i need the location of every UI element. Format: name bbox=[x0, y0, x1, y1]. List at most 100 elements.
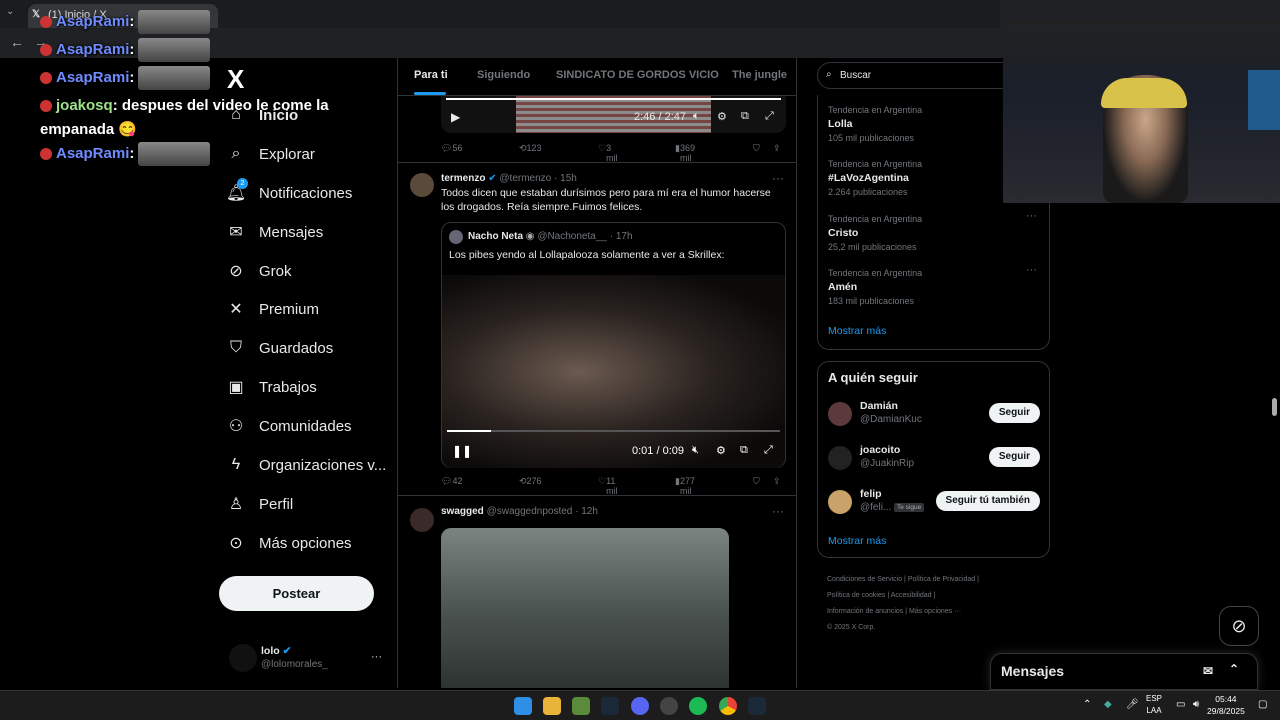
notification-icon[interactable]: ▢ bbox=[1258, 699, 1267, 710]
author-name[interactable]: swagged bbox=[441, 506, 484, 517]
tray-app-icon[interactable]: ◆ bbox=[1104, 699, 1112, 710]
share-icon[interactable]: ⇪ bbox=[773, 143, 781, 154]
expand-icon[interactable]: ⌃ bbox=[1229, 662, 1239, 676]
reply-button[interactable]: 💬︎ 56 bbox=[441, 143, 462, 154]
pip-icon[interactable]: ⧉ bbox=[740, 444, 748, 457]
avatar[interactable] bbox=[410, 173, 434, 197]
follow-suggestion[interactable]: felip @feli... Te sigue Seguir tú tambié… bbox=[828, 488, 1040, 520]
footer-link[interactable]: Accesibilidad bbox=[891, 592, 932, 599]
scrollbar-thumb[interactable] bbox=[1272, 398, 1277, 416]
app-icon[interactable] bbox=[572, 697, 590, 715]
nav-item-perfil[interactable]: ♙ Perfil bbox=[227, 485, 293, 523]
nav-item-comunidades[interactable]: ⚇ Comunidades bbox=[227, 407, 352, 445]
tray-chevron-icon[interactable]: ⌃ bbox=[1083, 699, 1091, 710]
new-message-icon[interactable]: ✉ bbox=[1203, 664, 1213, 678]
like-button[interactable]: ♡ 3 mil bbox=[598, 143, 618, 163]
nav-item-organizaciones[interactable]: ϟ Organizaciones v... bbox=[227, 446, 387, 484]
footer-link[interactable]: Más opciones ··· bbox=[909, 608, 961, 615]
nav-item-notificaciones[interactable]: 🔔︎ 2 Notificaciones bbox=[226, 174, 352, 212]
back-icon[interactable]: ← bbox=[10, 34, 24, 50]
volume-icon[interactable]: 🔈︎ bbox=[693, 110, 700, 123]
search-input[interactable]: ⌕ Buscar bbox=[817, 62, 1017, 89]
views-button[interactable]: ▮ 277 mil bbox=[675, 476, 695, 496]
follow-suggestion[interactable]: Damián @DamianKuc Seguir bbox=[828, 400, 1040, 432]
tweet-time[interactable]: · 12h bbox=[575, 506, 598, 517]
pip-icon[interactable]: ⧉ bbox=[741, 110, 749, 123]
post-button[interactable]: Postear bbox=[219, 576, 374, 611]
nav-item-grok[interactable]: ⊘ Grok bbox=[227, 252, 291, 290]
messages-drawer[interactable]: Mensajes ✉ ⌃ bbox=[990, 653, 1258, 690]
fullscreen-icon[interactable]: ⤢ bbox=[764, 444, 773, 457]
mute-icon[interactable]: 🔇︎ bbox=[692, 444, 699, 457]
spotify-icon[interactable] bbox=[689, 697, 707, 715]
volume-icon[interactable]: 🔊︎ bbox=[1193, 699, 1199, 710]
tab-the-jungle[interactable]: The jungle bbox=[732, 69, 787, 81]
grok-float-button[interactable]: ⊘ bbox=[1219, 606, 1259, 646]
author-name[interactable]: termenzo bbox=[441, 173, 485, 184]
windows-start-icon[interactable] bbox=[514, 697, 532, 715]
steam-icon[interactable] bbox=[601, 697, 619, 715]
discord-icon[interactable] bbox=[631, 697, 649, 715]
tweet[interactable]: swagged @swaggednposted · 12h ··· bbox=[398, 496, 796, 688]
profile-more-icon[interactable]: ··· bbox=[371, 651, 382, 663]
nav-item-inicio[interactable]: ⌂ Inicio bbox=[227, 96, 298, 134]
follow-suggestion[interactable]: joacoito @JuakinRip Seguir bbox=[828, 444, 1040, 476]
share-icon[interactable]: ⇪ bbox=[773, 476, 781, 487]
nav-item-trabajos[interactable]: ▣ Trabajos bbox=[227, 368, 316, 406]
repost-button[interactable]: ⟲ 123 bbox=[519, 143, 542, 154]
trend-more-icon[interactable]: ··· bbox=[1026, 210, 1037, 222]
tweet-time[interactable]: · 15h bbox=[554, 173, 577, 184]
follow-button[interactable]: Seguir bbox=[988, 403, 1040, 423]
tab-sindicato[interactable]: SINDICATO DE GORDOS VICIO bbox=[556, 69, 719, 81]
language-indicator[interactable]: ESP LAA bbox=[1146, 693, 1162, 717]
footer-link[interactable]: Política de Privacidad bbox=[908, 576, 975, 583]
quoted-tweet[interactable]: Nacho Neta ◉ @Nachoneta__ · 17h Los pibe… bbox=[441, 222, 786, 468]
nav-item-guardados[interactable]: ⛉ Guardados bbox=[227, 329, 333, 367]
chrome-icon[interactable] bbox=[719, 697, 737, 715]
steam-icon[interactable] bbox=[748, 697, 766, 715]
play-icon[interactable]: ▶ bbox=[451, 110, 460, 124]
trend-item[interactable]: Tendencia en Argentina Lolla 105 mil publi… bbox=[828, 103, 922, 145]
video-player[interactable]: ❚❚ 0:01 / 0:09 🔇︎ ⚙ ⧉ ⤢ bbox=[442, 275, 785, 468]
trends-show-more-link[interactable]: Mostrar más bbox=[828, 325, 886, 337]
trend-more-icon[interactable]: ··· bbox=[1026, 264, 1037, 276]
nav-item-mas-opciones[interactable]: ⊙ Más opciones bbox=[227, 524, 351, 562]
nav-item-explorar[interactable]: ⌕ Explorar bbox=[227, 135, 315, 173]
follow-button[interactable]: Seguir bbox=[988, 447, 1040, 467]
microphone-icon[interactable]: 🎤︎ bbox=[1126, 699, 1139, 710]
trend-item[interactable]: Tendencia en Argentina Amén 183 mil public… bbox=[828, 266, 922, 308]
fullscreen-icon[interactable]: ⤢ bbox=[765, 110, 774, 123]
file-explorer-icon[interactable] bbox=[543, 697, 561, 715]
like-button[interactable]: ♡ 11 mil bbox=[598, 476, 618, 496]
settings-icon[interactable]: ⚙ bbox=[716, 444, 726, 457]
author-handle[interactable]: @swaggednposted bbox=[487, 506, 573, 517]
network-icon[interactable]: ▭ bbox=[1176, 699, 1185, 710]
video-player[interactable]: ▶ 2:46 / 2:47 🔈︎ ⚙ ⧉ ⤢ bbox=[441, 96, 786, 133]
tweet[interactable]: termenzo ✔ @termenzo · 15h ··· Todos dic… bbox=[398, 163, 796, 496]
trend-item[interactable]: Tendencia en Argentina Cristo 25,2 mil pub… bbox=[828, 212, 922, 254]
repost-button[interactable]: ⟲ 276 bbox=[519, 476, 542, 487]
footer-link[interactable]: Condiciones de Servicio bbox=[827, 576, 902, 583]
tab-siguiendo[interactable]: Siguiendo bbox=[477, 69, 530, 81]
video-progress[interactable] bbox=[446, 98, 781, 100]
trend-item[interactable]: Tendencia en Argentina #LaVozAgentina 2.26… bbox=[828, 157, 922, 199]
obs-icon[interactable] bbox=[660, 697, 678, 715]
follow-back-button[interactable]: Seguir tú también bbox=[935, 491, 1040, 511]
taskbar-clock[interactable]: 05:44 29/8/2025 bbox=[1207, 693, 1245, 717]
nav-item-premium[interactable]: ✕ Premium bbox=[227, 290, 319, 328]
video-progress-track[interactable] bbox=[447, 430, 780, 432]
more-icon[interactable]: ··· bbox=[772, 171, 784, 185]
pause-icon[interactable]: ❚❚ bbox=[452, 444, 472, 458]
reply-button[interactable]: 💬︎ 42 bbox=[441, 476, 462, 487]
author-handle[interactable]: @termenzo bbox=[499, 173, 551, 184]
views-button[interactable]: ▮ 369 mil bbox=[675, 143, 695, 163]
tab-para-ti[interactable]: Para ti bbox=[414, 69, 448, 81]
follow-show-more-link[interactable]: Mostrar más bbox=[828, 535, 886, 547]
tab-list-button[interactable]: ⌄ bbox=[6, 6, 14, 17]
account-switcher[interactable]: lolo ✔ @lolomorales_ ··· bbox=[229, 641, 389, 677]
avatar[interactable] bbox=[410, 508, 434, 532]
settings-icon[interactable]: ⚙ bbox=[717, 110, 727, 123]
nav-item-mensajes[interactable]: ✉ Mensajes bbox=[227, 213, 323, 251]
more-icon[interactable]: ··· bbox=[772, 504, 784, 518]
footer-link[interactable]: Información de anuncios bbox=[827, 608, 903, 615]
